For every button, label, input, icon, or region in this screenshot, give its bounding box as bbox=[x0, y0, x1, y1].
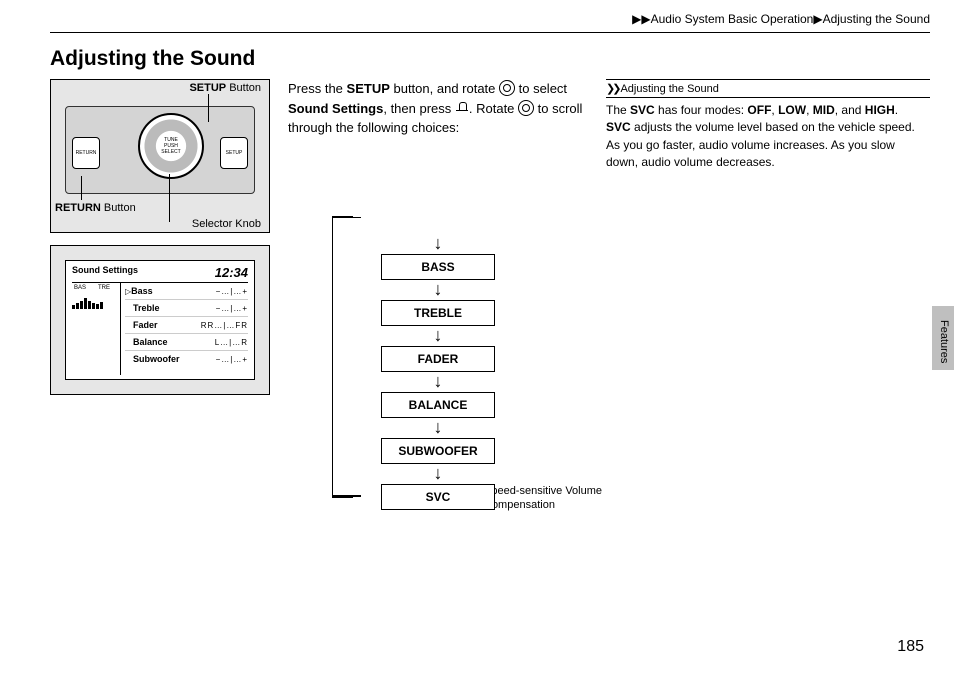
sidebar-body: The SVC has four modes: OFF, LOW, MID, a… bbox=[606, 102, 930, 172]
screen-list: ▷Bass−…|…+ Treble−…|…+ FaderRR…|…FR Bala… bbox=[120, 283, 248, 375]
flow-fader: FADER bbox=[381, 346, 495, 372]
eq-bars bbox=[72, 297, 114, 309]
screen-row: BalanceL…|…R bbox=[125, 334, 248, 351]
breadcrumb-sep: ▶▶ bbox=[632, 12, 650, 26]
screen-row: Subwoofer−…|…+ bbox=[125, 351, 248, 367]
flow-balance: BALANCE bbox=[381, 392, 495, 418]
leader-setup bbox=[208, 94, 209, 122]
panel-device: RETURN TUNE PUSH SELECT SETUP bbox=[65, 106, 255, 194]
rotate-icon bbox=[518, 100, 534, 116]
rotate-icon bbox=[499, 80, 515, 96]
selector-callout: Selector Knob bbox=[192, 218, 261, 230]
breadcrumb-a: Audio System Basic Operation bbox=[651, 12, 814, 26]
sidebar-heading-text: Adjusting the Sound bbox=[620, 83, 718, 95]
svc-note: Speed-sensitive Volume Compensation bbox=[484, 484, 604, 512]
flow-diagram: ↓ BASS ↓ TREBLE ↓ FADER ↓ BALANCE ↓ SUBW… bbox=[288, 234, 588, 510]
setup-callout-bold: SETUP bbox=[189, 82, 226, 94]
sidebar-heading: ❯❯Adjusting the Sound bbox=[606, 79, 930, 98]
screen-title: Sound Settings bbox=[72, 265, 138, 280]
flow-bass: BASS bbox=[381, 254, 495, 280]
leader-selector bbox=[169, 174, 170, 222]
screen-clock: 12:34 bbox=[215, 265, 248, 280]
setup-callout-suffix: Button bbox=[226, 82, 261, 94]
flow-bracket bbox=[332, 216, 353, 498]
eq-label-bas: BAS bbox=[74, 285, 86, 291]
screen-figure: Sound Settings 12:34 BAS TRE bbox=[50, 245, 270, 395]
page-title: Adjusting the Sound bbox=[50, 47, 930, 71]
return-button-graphic: RETURN bbox=[72, 137, 100, 169]
eq-label-tre: TRE bbox=[98, 285, 110, 291]
breadcrumb-mid: ▶ bbox=[813, 12, 822, 26]
control-panel-figure: SETUP Button RETURN TUNE PUSH SELECT SET… bbox=[50, 79, 270, 233]
flow-svc: SVC bbox=[381, 484, 495, 510]
sidebar-marker-icon: ❯❯ bbox=[606, 83, 618, 95]
return-callout-bold: RETURN bbox=[55, 202, 101, 214]
selector-knob-graphic: TUNE PUSH SELECT bbox=[138, 113, 204, 179]
section-tab-label: Features bbox=[938, 320, 950, 363]
breadcrumb-b: Adjusting the Sound bbox=[823, 12, 930, 26]
screen-row: Treble−…|…+ bbox=[125, 300, 248, 317]
page-number: 185 bbox=[897, 638, 924, 656]
flow-treble: TREBLE bbox=[381, 300, 495, 326]
flow-subwoofer: SUBWOOFER bbox=[381, 438, 495, 464]
press-icon bbox=[455, 102, 469, 116]
screen-row: FaderRR…|…FR bbox=[125, 317, 248, 334]
rule-top bbox=[50, 32, 930, 33]
return-callout: RETURN Button bbox=[55, 202, 136, 214]
breadcrumb: ▶▶Audio System Basic Operation▶Adjusting… bbox=[50, 12, 930, 32]
return-callout-suffix: Button bbox=[101, 202, 136, 214]
leader-return bbox=[81, 176, 82, 200]
setup-button-graphic: SETUP bbox=[220, 137, 248, 169]
screen-row: ▷Bass−…|…+ bbox=[125, 283, 248, 300]
screen: Sound Settings 12:34 BAS TRE bbox=[65, 260, 255, 380]
intro-paragraph: Press the SETUP button, and rotate to se… bbox=[288, 79, 588, 138]
setup-callout: SETUP Button bbox=[189, 82, 261, 94]
